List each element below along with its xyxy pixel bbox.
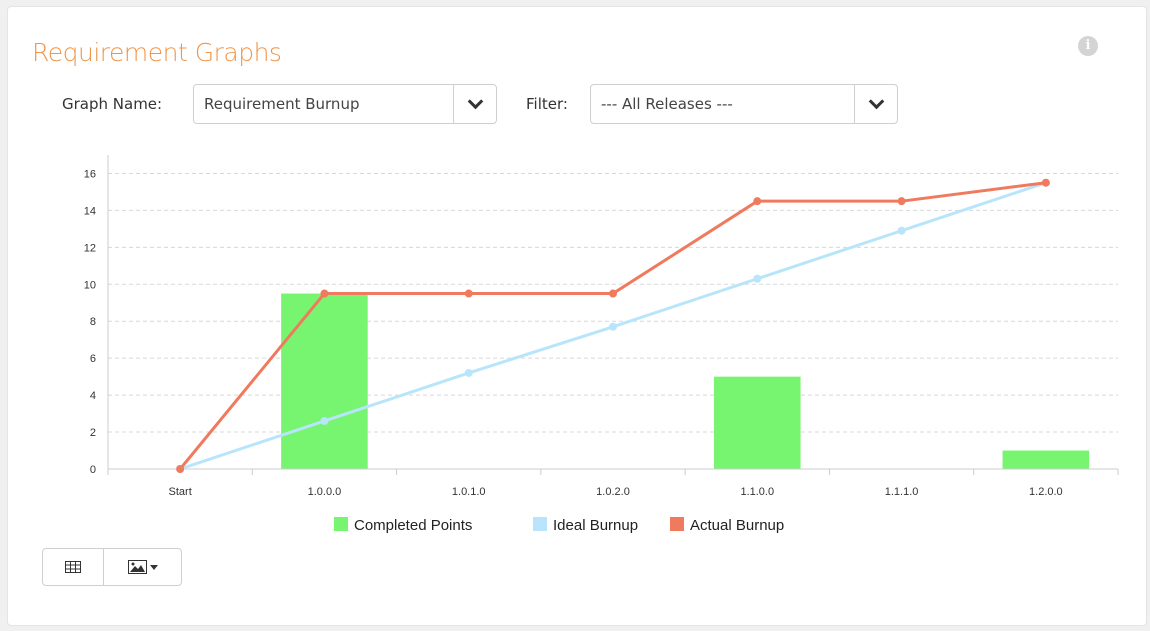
y-tick-label: 2: [90, 427, 96, 439]
legend-label: Ideal Burnup: [553, 517, 638, 534]
actual-burnup-point: [897, 197, 906, 206]
ideal-burnup-point: [753, 274, 762, 283]
x-tick-label: 1.1.1.0: [885, 486, 919, 498]
table-view-button[interactable]: [43, 549, 103, 585]
y-tick-label: 16: [84, 168, 96, 180]
completed-points-bar: [281, 293, 368, 469]
legend-label: Actual Burnup: [690, 517, 784, 534]
x-tick-label: 1.2.0.0: [1029, 486, 1063, 498]
x-tick-label: 1.1.0.0: [740, 486, 774, 498]
actual-burnup-point: [609, 289, 617, 298]
x-tick-label: 1.0.0.0: [308, 486, 342, 498]
legend-swatch: [533, 517, 547, 531]
y-tick-label: 8: [90, 316, 96, 328]
ideal-burnup-point: [897, 226, 906, 235]
actual-burnup-point: [1041, 178, 1050, 187]
y-tick-label: 0: [90, 464, 96, 476]
y-tick-label: 4: [90, 390, 96, 402]
legend-label: Completed Points: [354, 517, 472, 534]
legend-swatch: [670, 517, 684, 531]
graph-toolbar: [42, 548, 182, 586]
x-tick-label: Start: [169, 486, 192, 498]
image-export-icon: [128, 560, 158, 574]
completed-points-bar: [714, 376, 801, 469]
y-tick-label: 10: [84, 279, 96, 291]
completed-points-bar: [1002, 450, 1090, 469]
actual-burnup-point: [464, 289, 473, 298]
actual-burnup-point: [320, 289, 329, 298]
legend-swatch: [334, 517, 348, 531]
burnup-chart: 0 2 4 6 8 10 12 14 16 Start 1.0.0.0 1.0.1.0 1.0.2.0 1…: [84, 155, 1119, 534]
ideal-burnup-point: [609, 322, 617, 331]
ideal-burnup-point: [320, 416, 329, 425]
y-tick-label: 12: [84, 242, 96, 254]
x-tick-label: 1.0.1.0: [452, 486, 486, 498]
actual-burnup-point: [753, 197, 762, 206]
ideal-burnup-point: [464, 368, 473, 377]
x-tick-label: 1.0.2.0: [596, 486, 630, 498]
y-tick-label: 6: [90, 353, 96, 365]
actual-burnup-point: [176, 465, 185, 473]
image-export-button[interactable]: [104, 549, 182, 585]
table-grid-icon: [65, 561, 81, 573]
y-tick-label: 14: [84, 205, 96, 217]
